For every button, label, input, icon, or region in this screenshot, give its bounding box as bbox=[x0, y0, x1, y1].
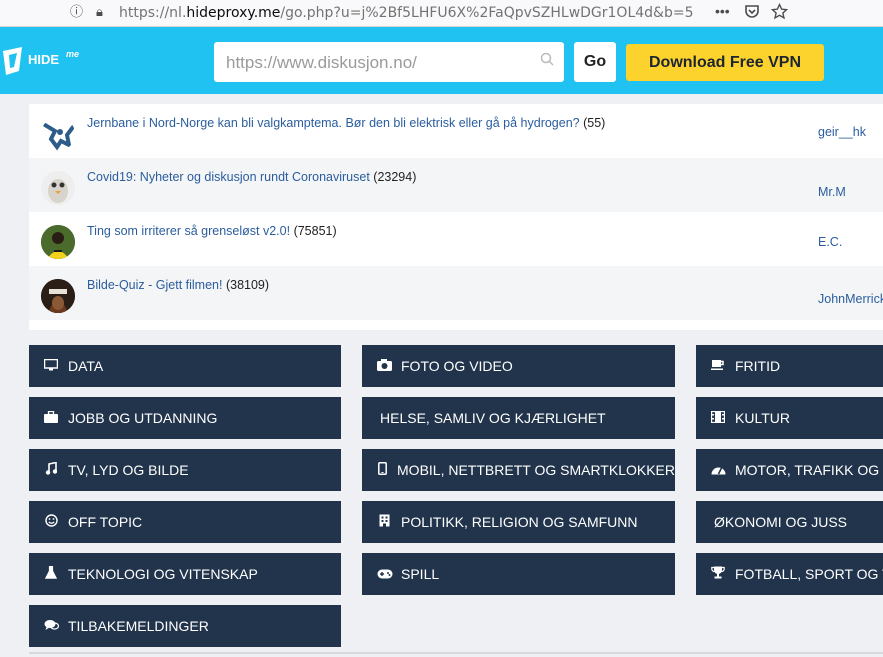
avatar[interactable] bbox=[41, 171, 75, 205]
category-tilbakemeldinger[interactable]: TILBAKEMELDINGER bbox=[29, 605, 341, 647]
monitor-icon bbox=[43, 358, 59, 374]
site-info-icon[interactable]: ⓘ bbox=[70, 4, 83, 20]
building-icon bbox=[377, 514, 391, 530]
category-tv-lyd-og-bilde[interactable]: TV, LYD OG BILDE bbox=[29, 449, 341, 491]
mobile-icon bbox=[377, 462, 387, 478]
hideme-logo[interactable]: HIDE me bbox=[2, 45, 92, 77]
category-jobb-og-utdanning[interactable]: JOBB OG UTDANNING bbox=[29, 397, 341, 439]
thread-last-user[interactable]: JohnMerrick bbox=[818, 292, 883, 306]
browser-url-bar[interactable]: ⓘ 🔒︎ https://nl.hideproxy.me/go.php?u=j%… bbox=[0, 0, 883, 27]
proxy-url-input[interactable] bbox=[224, 50, 528, 76]
table-row: Bilde-Quiz - Gjett filmen! (38109) JohnM… bbox=[29, 266, 883, 320]
url-text[interactable]: https://nl.hideproxy.me/go.php?u=j%2Bf5L… bbox=[119, 5, 694, 21]
category-fotball-sport-og-trening[interactable]: FOTBALL, SPORT OG TRENING bbox=[696, 553, 883, 595]
thread-title-link[interactable]: Jernbane i Nord-Norge kan bli valgkampte… bbox=[87, 116, 605, 130]
thread-last-user[interactable]: geir__hk bbox=[818, 125, 866, 139]
thread-last-user[interactable]: E.C. bbox=[818, 235, 842, 249]
thread-last-user[interactable]: Mr.M bbox=[818, 185, 846, 199]
bookmark-star-icon[interactable] bbox=[770, 2, 789, 23]
comments-icon bbox=[44, 619, 60, 634]
camera-icon bbox=[377, 358, 392, 374]
avatar[interactable] bbox=[41, 225, 75, 259]
go-button[interactable]: Go bbox=[574, 42, 616, 82]
page-divider bbox=[29, 652, 883, 654]
trophy-icon bbox=[711, 566, 725, 582]
category-foto-og-video[interactable]: FOTO OG VIDEO bbox=[362, 345, 675, 387]
search-icon[interactable] bbox=[540, 52, 554, 71]
film-icon bbox=[710, 410, 726, 426]
category-fritid[interactable]: FRITID bbox=[696, 345, 883, 387]
thread-list: Jernbane i Nord-Norge kan bli valgkampte… bbox=[29, 104, 883, 330]
category-helse-samliv-og-kjaerlighet[interactable]: HELSE, SAMLIV OG KJÆRLIGHET bbox=[362, 397, 675, 439]
proxy-url-field[interactable] bbox=[214, 42, 564, 82]
pocket-icon[interactable] bbox=[744, 3, 760, 22]
category-okonomi-og-juss[interactable]: ØKONOMI OG JUSS bbox=[696, 501, 883, 543]
thread-title-link[interactable]: Covid19: Nyheter og diskusjon rundt Coro… bbox=[87, 170, 416, 184]
dashboard-icon bbox=[711, 463, 726, 478]
category-teknologi-og-vitenskap[interactable]: TEKNOLOGI OG VITENSKAP bbox=[29, 553, 341, 595]
table-row: Ting som irriterer så grenseløst v2.0! (… bbox=[29, 212, 883, 266]
lock-icon[interactable]: 🔒︎ bbox=[96, 4, 103, 20]
page-actions-icon[interactable]: ••• bbox=[715, 3, 730, 19]
category-off-topic[interactable]: OFF TOPIC bbox=[29, 501, 341, 543]
music-icon bbox=[44, 461, 58, 478]
smile-icon bbox=[44, 514, 58, 530]
category-data[interactable]: DATA bbox=[29, 345, 341, 387]
briefcase-icon bbox=[44, 410, 58, 426]
category-mobil-nettbrett-og-smartklokker[interactable]: MOBIL, NETTBRETT OG SMARTKLOKKER bbox=[362, 449, 675, 491]
category-motor-trafikk-og-mekking[interactable]: MOTOR, TRAFIKK OG MEKKING bbox=[696, 449, 883, 491]
coffee-icon bbox=[711, 359, 725, 374]
category-kultur[interactable]: KULTUR bbox=[696, 397, 883, 439]
hideme-logo-icon bbox=[3, 47, 22, 75]
table-row: Jernbane i Nord-Norge kan bli valgkampte… bbox=[29, 104, 883, 158]
avatar[interactable] bbox=[41, 279, 75, 313]
flask-icon bbox=[44, 565, 58, 582]
proxy-header: HIDE me Go Download Free VPN bbox=[0, 27, 883, 94]
table-row: Covid19: Nyheter og diskusjon rundt Coro… bbox=[29, 158, 883, 212]
thread-title-link[interactable]: Ting som irriterer så grenseløst v2.0! (… bbox=[87, 224, 337, 238]
category-politikk-religion-og-samfunn[interactable]: POLITIKK, RELIGION OG SAMFUNN bbox=[362, 501, 675, 543]
thread-title-link[interactable]: Bilde-Quiz - Gjett filmen! (38109) bbox=[87, 278, 269, 292]
gamepad-icon bbox=[377, 567, 393, 582]
download-vpn-button[interactable]: Download Free VPN bbox=[626, 44, 824, 81]
avatar[interactable] bbox=[41, 117, 75, 151]
category-spill[interactable]: SPILL bbox=[362, 553, 675, 595]
